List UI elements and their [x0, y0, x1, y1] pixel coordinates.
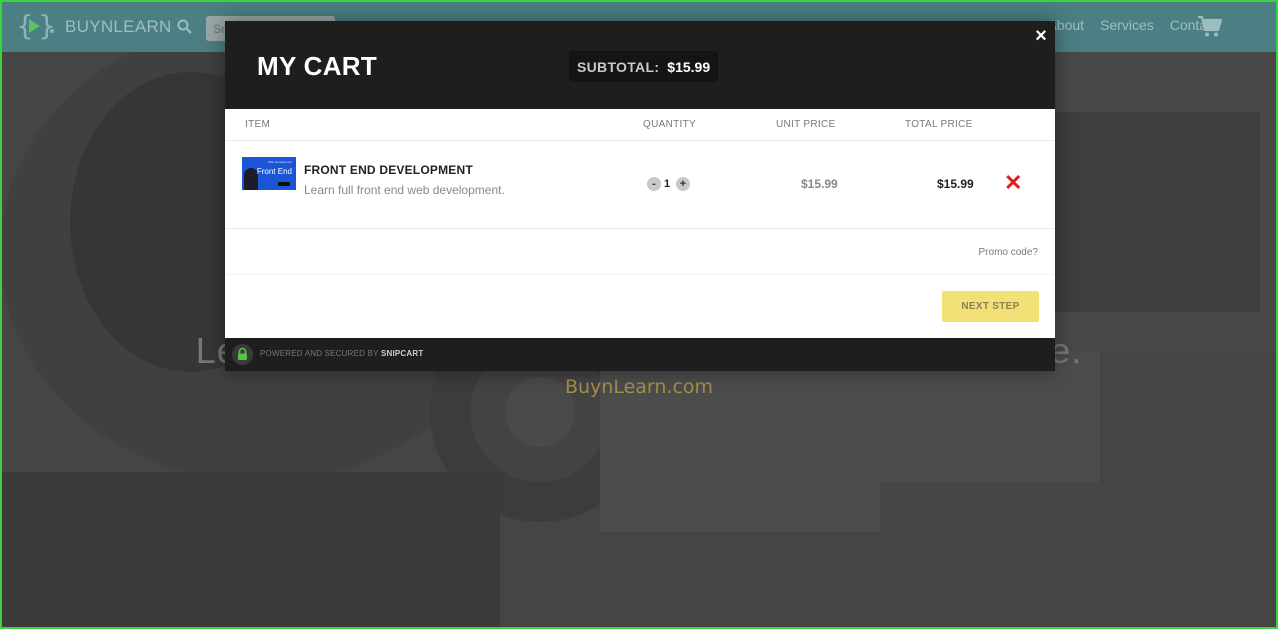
column-header-item: ITEM	[245, 119, 271, 130]
cart-modal: MY CART SUBTOTAL: $15.99 × ITEM QUANTITY…	[225, 21, 1055, 371]
column-header-unit-price: UNIT PRICE	[776, 119, 836, 130]
divider	[225, 274, 1055, 275]
powered-by-text: POWERED AND SECURED BY SNIPCART	[260, 349, 423, 358]
cart-header: MY CART SUBTOTAL: $15.99 ×	[225, 21, 1055, 109]
remove-item-icon[interactable]: ✕	[1004, 172, 1022, 194]
unit-price: $15.99	[801, 177, 838, 191]
search-icon[interactable]	[176, 18, 194, 36]
item-name: FRONT END DEVELOPMENT	[304, 163, 473, 177]
quantity-decrease-button[interactable]: -	[647, 177, 661, 191]
cart-icon[interactable]	[1197, 14, 1223, 38]
column-header-total-price: TOTAL PRICE	[905, 119, 973, 130]
thumbnail-caption: Web development	[267, 160, 292, 164]
thumbnail-title: Front End	[256, 167, 292, 176]
next-step-button[interactable]: NEXT STEP	[942, 291, 1039, 322]
promo-code-link[interactable]: Promo code?	[979, 247, 1038, 258]
subtotal-badge: SUBTOTAL: $15.99	[569, 51, 719, 82]
quantity-value: 1	[664, 178, 671, 190]
nav-link-services[interactable]: Services	[1100, 17, 1154, 33]
item-description: Learn full front end web development.	[304, 183, 505, 197]
divider	[225, 140, 1055, 141]
divider	[225, 228, 1055, 229]
snipcart-brand[interactable]: SNIPCART	[381, 349, 424, 358]
quantity-increase-button[interactable]: +	[676, 177, 690, 191]
item-thumbnail: Web development Front End	[242, 157, 296, 190]
total-price: $15.99	[937, 177, 974, 191]
brand-name[interactable]: BUYNLEARN	[65, 17, 172, 37]
powered-by-prefix: POWERED AND SECURED BY	[260, 349, 379, 358]
subtotal-value: $15.99	[667, 58, 711, 75]
close-button[interactable]: ×	[1031, 26, 1051, 46]
cart-footer: POWERED AND SECURED BY SNIPCART	[225, 338, 1055, 371]
lock-icon	[232, 344, 253, 365]
thumbnail-button	[278, 182, 290, 186]
svg-text:}: }	[38, 9, 56, 42]
subtotal-label: SUBTOTAL:	[577, 58, 660, 75]
hero-subtitle: BuynLearn.com	[564, 376, 714, 398]
nav-links: About Services Contact	[1047, 17, 1218, 33]
logo-icon: { }	[16, 9, 56, 42]
column-header-quantity: QUANTITY	[643, 119, 696, 130]
cart-title: MY CART	[257, 51, 378, 81]
